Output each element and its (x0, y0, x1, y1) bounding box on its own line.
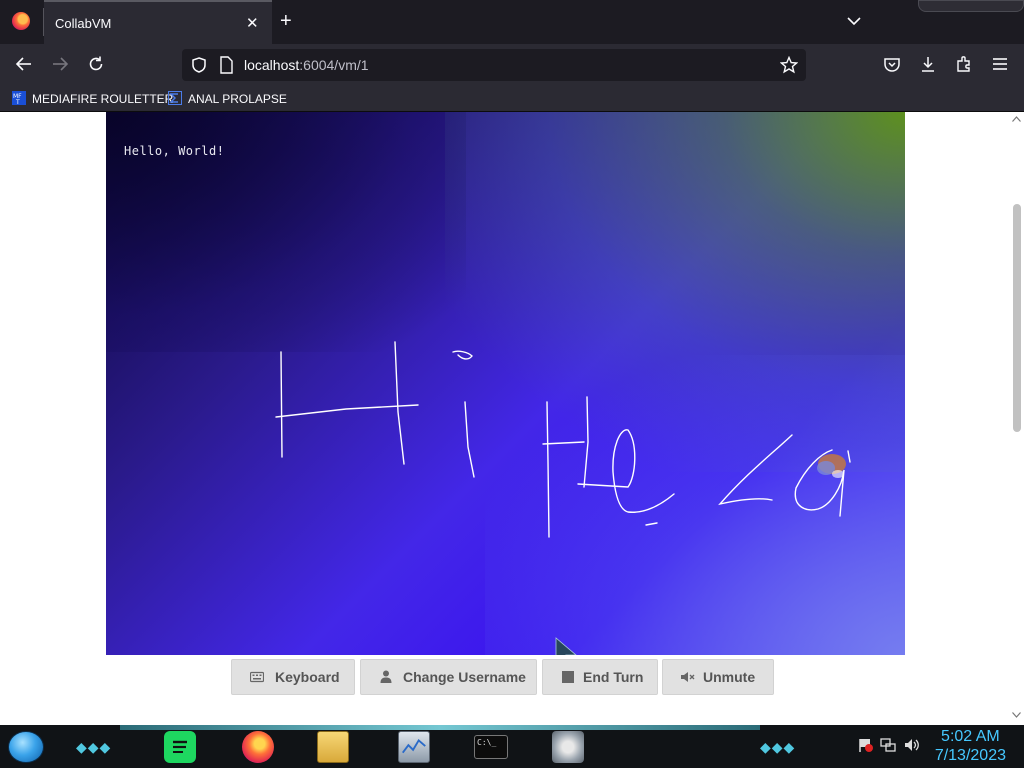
extensions-icon[interactable] (954, 54, 974, 74)
taskbar: ◆◆◆ C:\_ ◆◆◆ 5:02 AM 7/13/2023 (0, 725, 1024, 768)
keyboard-button[interactable]: Keyboard (231, 659, 355, 695)
cursor-icon (555, 637, 577, 655)
new-tab-button[interactable]: + (280, 10, 292, 33)
page-content: Hello, World! Keyboard Change Username E… (0, 112, 1024, 725)
bookmarks-toolbar: MF T MEDIAFIRE ROULETTER ANAL PROLAPSE (0, 86, 1024, 112)
navigation-toolbar: localhost:6004/vm/1 (0, 44, 1024, 86)
command-prompt-icon[interactable]: C:\_ (474, 735, 508, 759)
file-explorer-icon[interactable] (317, 731, 349, 763)
firefox-icon[interactable] (12, 12, 30, 30)
keyboard-label: Keyboard (275, 669, 340, 685)
page-scrollbar[interactable] (1008, 112, 1024, 725)
bookmark-sigma[interactable]: ANAL PROLAPSE (168, 91, 287, 106)
address-bar[interactable]: localhost:6004/vm/1 (182, 49, 806, 81)
vm-display[interactable]: Hello, World! (106, 112, 905, 655)
reload-icon[interactable] (86, 54, 106, 74)
end-turn-button[interactable]: End Turn (542, 659, 658, 695)
sigma-icon (168, 91, 182, 105)
back-icon[interactable] (14, 54, 34, 74)
unit-scribble-blob (817, 454, 846, 478)
task-manager-icon[interactable] (398, 731, 430, 763)
stop-icon (562, 671, 574, 683)
unmute-button[interactable]: Unmute (662, 659, 774, 695)
url-path: :6004/vm/1 (299, 57, 369, 73)
forward-icon[interactable] (50, 54, 70, 74)
bookmark-star-icon[interactable] (780, 56, 798, 74)
volume-icon[interactable] (904, 737, 920, 753)
mediafire-icon: MF T (12, 91, 26, 105)
scroll-down-icon[interactable] (1012, 712, 1021, 718)
tab-title: CollabVM (55, 16, 112, 31)
close-tab-icon[interactable]: ✕ (246, 14, 259, 32)
taskbar-decoration: ◆◆◆ (76, 739, 112, 755)
keyboard-icon (250, 671, 264, 683)
clock-date: 7/13/2023 (934, 747, 1006, 764)
shield-icon[interactable] (190, 56, 208, 74)
page-icon[interactable] (218, 56, 234, 74)
download-icon[interactable] (918, 54, 938, 74)
chevron-down-icon[interactable] (846, 14, 862, 28)
unmute-label: Unmute (703, 669, 756, 685)
firefox-icon[interactable] (242, 731, 274, 763)
clock-time: 5:02 AM (941, 728, 1000, 745)
taskbar-accent (120, 725, 760, 730)
pocket-icon[interactable] (882, 54, 902, 74)
muted-speaker-icon (681, 672, 695, 682)
url-host: localhost (244, 57, 300, 73)
spotify-icon[interactable] (164, 731, 196, 763)
flag-icon[interactable] (858, 737, 874, 753)
url-text[interactable]: localhost:6004/vm/1 (244, 57, 369, 73)
scrollbar-thumb[interactable] (1013, 204, 1021, 432)
scroll-up-icon[interactable] (1012, 116, 1021, 122)
bookmark-label: MEDIAFIRE ROULETTER (32, 92, 174, 106)
media-player-icon[interactable] (552, 731, 584, 763)
change-username-button[interactable]: Change Username (360, 659, 537, 695)
bookmark-mediafire[interactable]: MF T MEDIAFIRE ROULETTER (12, 91, 173, 106)
change-username-label: Change Username (403, 669, 526, 685)
user-icon (380, 670, 392, 683)
tab-bar: CollabVM ✕ + (0, 0, 1024, 44)
end-turn-label: End Turn (583, 669, 644, 685)
taskbar-decoration: ◆◆◆ (760, 739, 796, 755)
system-clock[interactable]: 5:02 AM 7/13/2023 (935, 727, 1006, 765)
start-orb-icon[interactable] (8, 731, 44, 763)
tab-collabvm[interactable]: CollabVM ✕ (44, 0, 272, 44)
bookmark-label: ANAL PROLAPSE (188, 92, 287, 106)
network-icon[interactable] (880, 737, 896, 753)
menu-icon[interactable] (990, 54, 1010, 74)
drawing-scribble (275, 341, 851, 655)
svg-text:T: T (15, 99, 20, 105)
window-decoration (918, 0, 1024, 12)
